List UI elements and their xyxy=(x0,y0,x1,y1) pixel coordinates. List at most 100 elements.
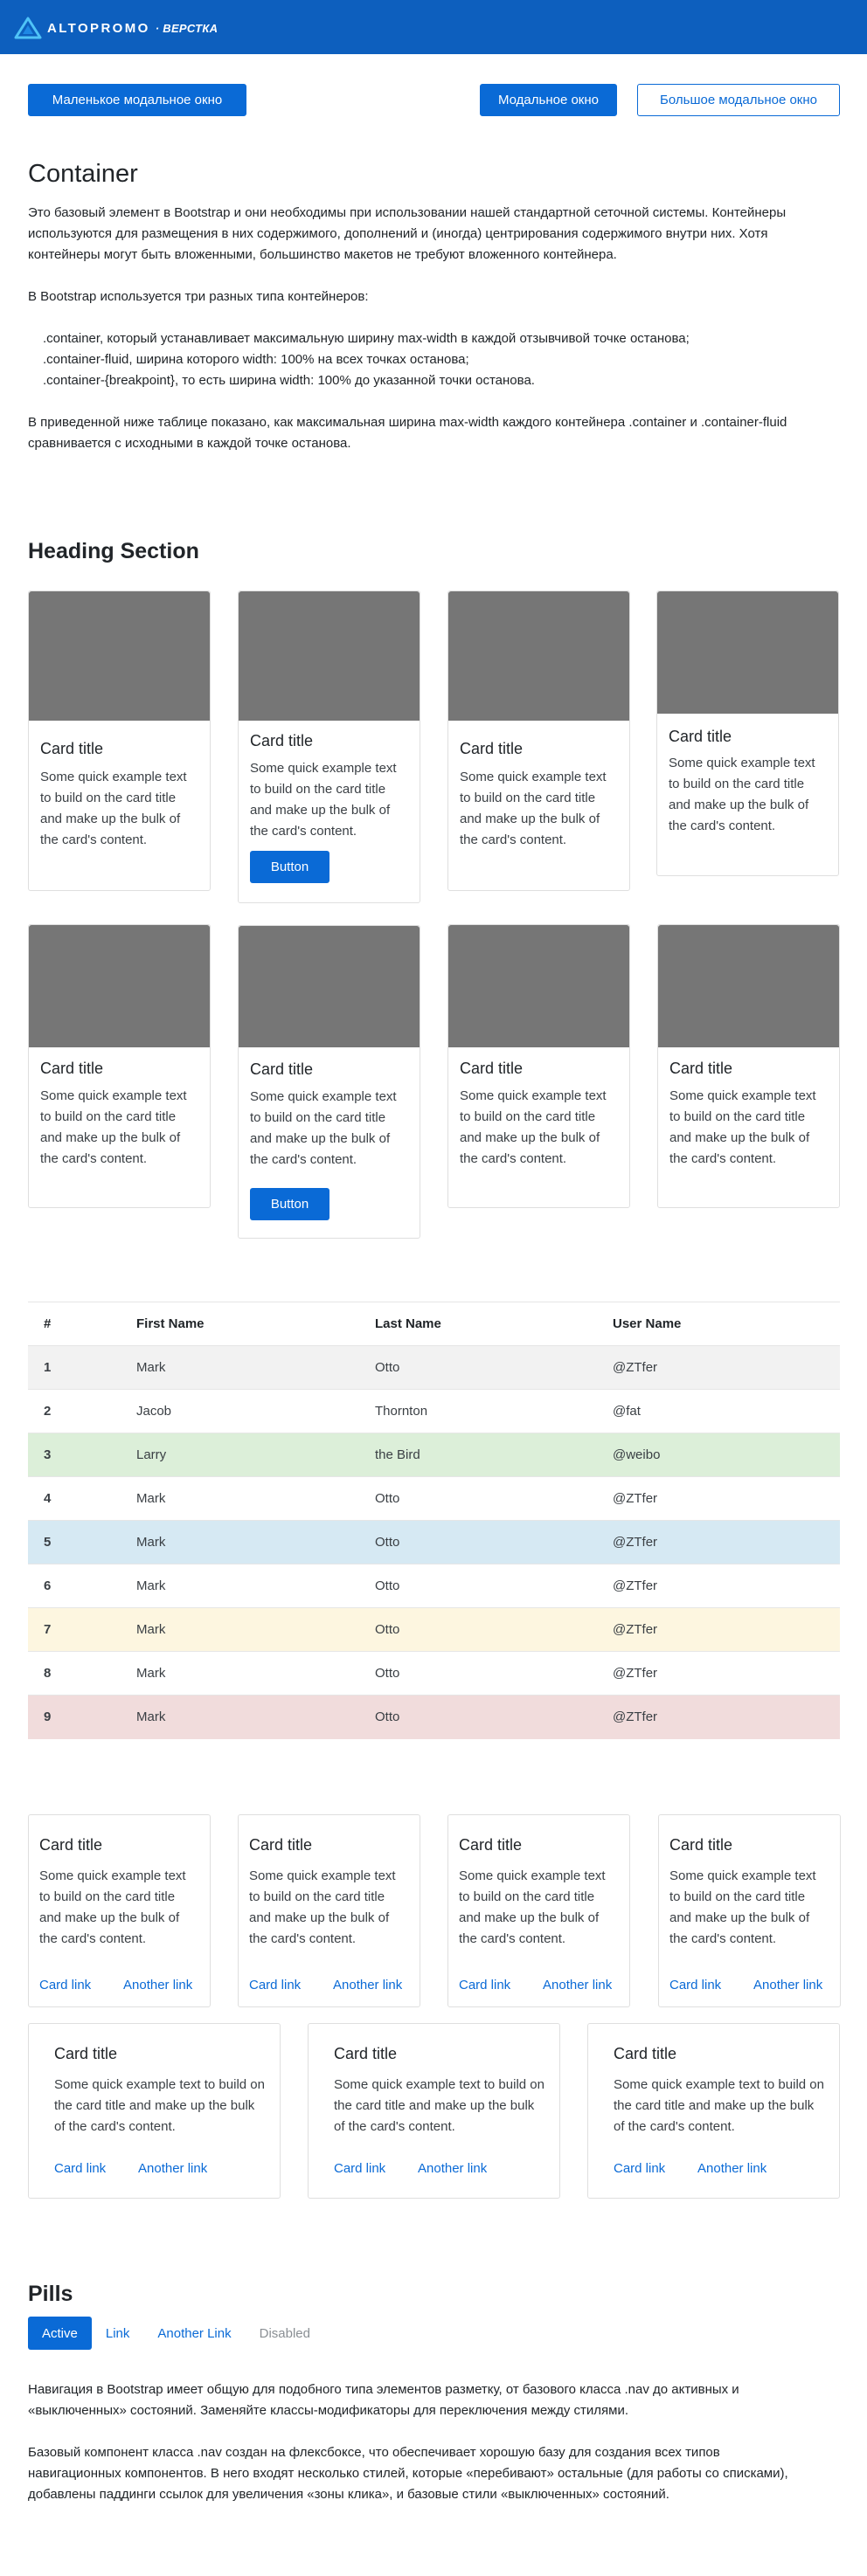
card-text: Some quick example text to build on the … xyxy=(669,1088,816,1166)
users-table: # First Name Last Name User Name 1 Mark Ot… xyxy=(28,1302,840,1739)
user-name-cell: @ZTfer xyxy=(597,1607,840,1652)
user-name-cell: @ZTfer xyxy=(597,1695,840,1739)
table-header-cell: # xyxy=(28,1302,121,1346)
container-type-item: .container, который устанавливает максим… xyxy=(43,331,690,346)
last-name-cell: Otto xyxy=(359,1651,597,1695)
another-link[interactable]: Another link xyxy=(138,2161,207,2176)
card-image xyxy=(239,591,420,721)
card-text: Some quick example text to build on the … xyxy=(40,770,187,847)
card-link[interactable]: Card link xyxy=(669,1978,721,1992)
user-name-cell: @ZTfer xyxy=(597,1651,840,1695)
link-card: Card title Some quick example text to bu… xyxy=(28,1814,211,2007)
card-image xyxy=(657,591,838,714)
row-number-cell: 5 xyxy=(28,1520,121,1564)
user-name-cell: @ZTfer xyxy=(597,1520,840,1564)
card-text: Some quick example text to build on the … xyxy=(40,1088,187,1166)
card-link[interactable]: Card link xyxy=(334,2161,385,2176)
modal-button[interactable]: Модальное окно xyxy=(480,84,617,116)
table-row: 6 Mark Otto @ZTfer xyxy=(28,1564,840,1608)
last-name-cell: Otto xyxy=(359,1476,597,1521)
table-row: 8 Mark Otto @ZTfer xyxy=(28,1651,840,1695)
table-row: 4 Mark Otto @ZTfer xyxy=(28,1476,840,1521)
another-link[interactable]: Another link xyxy=(753,1978,822,1992)
container-type-item: .container-{breakpoint}, то есть ширина … xyxy=(43,373,535,388)
table-row: 7 Mark Otto @ZTfer xyxy=(28,1607,840,1652)
card-link[interactable]: Card link xyxy=(39,1978,91,1992)
card-title: Card title xyxy=(40,740,104,757)
card: Card title Some quick example text to bu… xyxy=(656,590,839,876)
another-link[interactable]: Another link xyxy=(418,2161,487,2176)
card: Card title Some quick example text to bu… xyxy=(657,924,840,1208)
card-button[interactable]: Button xyxy=(250,851,329,883)
pills-heading: Pills xyxy=(28,2282,73,2306)
container-type-item: .container-fluid, ширина которого width:… xyxy=(43,352,469,367)
container-intro: Это базовый элемент в Bootstrap и они не… xyxy=(28,205,787,262)
card-title: Card title xyxy=(669,1836,733,1854)
row-number-cell: 4 xyxy=(28,1476,121,1521)
card: Card title Some quick example text to bu… xyxy=(447,590,630,891)
card: Card title Some quick example text to bu… xyxy=(238,925,420,1239)
pills-description: Навигация в Bootstrap имеет общую для по… xyxy=(28,2382,739,2418)
table-header-cell: Last Name xyxy=(359,1302,597,1346)
card-text: Some quick example text to build on the … xyxy=(250,1089,397,1167)
user-name-cell: @fat xyxy=(597,1389,840,1433)
row-number-cell: 3 xyxy=(28,1433,121,1477)
last-name-cell: Otto xyxy=(359,1564,597,1608)
card-link[interactable]: Card link xyxy=(54,2161,106,2176)
first-name-cell: Jacob xyxy=(121,1389,359,1433)
first-name-cell: Mark xyxy=(121,1607,359,1652)
row-number-cell: 7 xyxy=(28,1607,121,1652)
card-title: Card title xyxy=(54,2045,118,2062)
first-name-cell: Mark xyxy=(121,1520,359,1564)
table-row: 1 Mark Otto @ZTfer xyxy=(28,1345,840,1390)
card-text: Some quick example text to build on the … xyxy=(334,2077,544,2134)
logo[interactable]: ALTOPROMO · ВЕРСТКА xyxy=(14,17,218,39)
first-name-cell: Mark xyxy=(121,1476,359,1521)
first-name-cell: Mark xyxy=(121,1695,359,1739)
pill-disabled: Disabled xyxy=(259,2325,310,2341)
card-image xyxy=(239,926,420,1047)
card-link[interactable]: Card link xyxy=(249,1978,301,1992)
card-image xyxy=(29,591,210,721)
card-image xyxy=(448,591,629,721)
card-title: Card title xyxy=(614,2045,677,2062)
table-row: 2 Jacob Thornton @fat xyxy=(28,1389,840,1433)
row-number-cell: 6 xyxy=(28,1564,121,1608)
table-row: 5 Mark Otto @ZTfer xyxy=(28,1520,840,1564)
last-name-cell: Otto xyxy=(359,1345,597,1390)
logo-subtitle: · ВЕРСТКА xyxy=(155,21,218,35)
card: Card title Some quick example text to bu… xyxy=(238,590,420,903)
pill-another-link[interactable]: Another Link xyxy=(143,2317,245,2350)
table-row: 3 Larry the Bird @weibo xyxy=(28,1433,840,1477)
card-title: Card title xyxy=(250,1060,314,1078)
small-modal-button[interactable]: Маленькое модальное окно xyxy=(28,84,246,116)
another-link[interactable]: Another link xyxy=(543,1978,612,1992)
logo-triangle-icon xyxy=(14,17,42,39)
another-link[interactable]: Another link xyxy=(123,1978,192,1992)
card-text: Some quick example text to build on the … xyxy=(669,1868,816,1946)
large-modal-button[interactable]: Большое модальное окно xyxy=(637,84,840,116)
user-name-cell: @ZTfer xyxy=(597,1564,840,1608)
first-name-cell: Mark xyxy=(121,1651,359,1695)
pill-active[interactable]: Active xyxy=(28,2317,92,2350)
link-card: Card title Some quick example text to bu… xyxy=(658,1814,841,2007)
card-text: Some quick example text to build on the … xyxy=(250,761,397,839)
card-title: Card title xyxy=(669,1060,733,1077)
card-title: Card title xyxy=(334,2045,398,2062)
row-number-cell: 1 xyxy=(28,1345,121,1390)
card: Card title Some quick example text to bu… xyxy=(28,590,211,891)
user-name-cell: @ZTfer xyxy=(597,1476,840,1521)
row-number-cell: 2 xyxy=(28,1389,121,1433)
card-link[interactable]: Card link xyxy=(459,1978,510,1992)
card-image xyxy=(658,925,839,1047)
another-link[interactable]: Another link xyxy=(697,2161,766,2176)
card-text: Some quick example text to build on the … xyxy=(614,2077,824,2134)
card-link[interactable]: Card link xyxy=(614,2161,665,2176)
nav-description: Базовый компонент класса .nav создан на … xyxy=(28,2445,788,2502)
card-button[interactable]: Button xyxy=(250,1188,329,1220)
heading-section-title: Heading Section xyxy=(28,539,199,563)
site-header: ALTOPROMO · ВЕРСТКА xyxy=(0,0,867,54)
another-link[interactable]: Another link xyxy=(333,1978,402,1992)
card: Card title Some quick example text to bu… xyxy=(447,924,630,1208)
pill-link[interactable]: Link xyxy=(92,2317,144,2350)
